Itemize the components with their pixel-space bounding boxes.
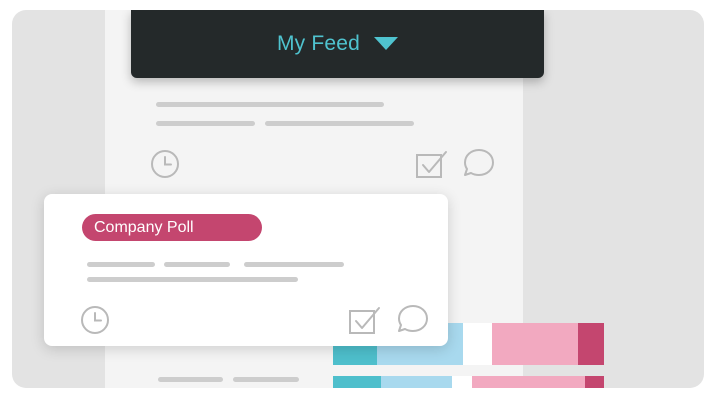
feed-title: My Feed bbox=[276, 32, 361, 55]
poll-bar-segment bbox=[463, 323, 492, 365]
poll-bar-segment bbox=[578, 323, 604, 365]
poll-text-line bbox=[87, 262, 155, 267]
poll-card[interactable]: Company Poll bbox=[44, 194, 448, 346]
clock-icon[interactable] bbox=[150, 149, 180, 179]
poll-results-bar bbox=[333, 376, 604, 388]
clock-icon[interactable] bbox=[80, 305, 110, 335]
comment-icon[interactable] bbox=[396, 303, 430, 335]
feed-post-text-line bbox=[265, 121, 414, 126]
comment-icon[interactable] bbox=[462, 147, 496, 179]
poll-text-line bbox=[164, 262, 230, 267]
feed-post-text-line bbox=[233, 377, 299, 382]
checkbox-icon[interactable] bbox=[348, 305, 382, 337]
poll-bar-segment bbox=[333, 376, 381, 388]
poll-bar-segment bbox=[381, 376, 452, 388]
feed-post-text-line bbox=[156, 102, 384, 107]
feed-post-text-line bbox=[156, 121, 255, 126]
feed-selector-dropdown[interactable]: My Feed bbox=[131, 10, 544, 78]
poll-text-line bbox=[244, 262, 344, 267]
poll-bar-segment bbox=[585, 376, 604, 388]
checkbox-icon[interactable] bbox=[415, 149, 449, 181]
company-poll-badge: Company Poll bbox=[82, 214, 262, 241]
app-frame: My Feed Company Poll bbox=[12, 10, 704, 388]
poll-bar-segment bbox=[492, 323, 578, 365]
feed-post-text-line bbox=[158, 377, 223, 382]
poll-bar-segment bbox=[452, 376, 472, 388]
caret-down-icon bbox=[374, 37, 399, 50]
poll-text-line bbox=[87, 277, 298, 282]
poll-bar-segment bbox=[472, 376, 585, 388]
